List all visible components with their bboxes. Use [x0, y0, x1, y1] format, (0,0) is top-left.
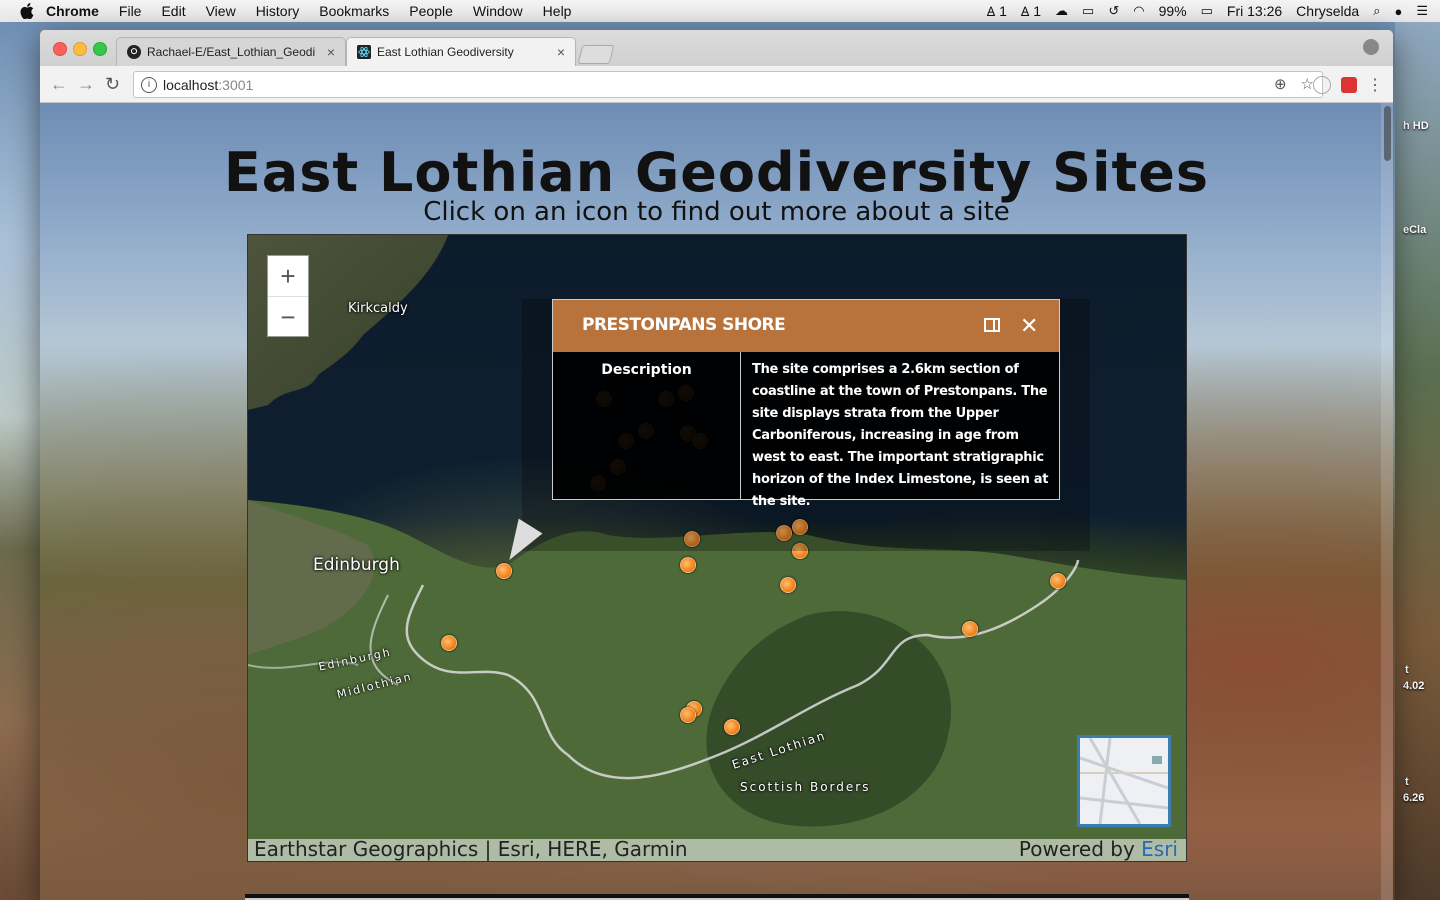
site-marker-selected[interactable] [496, 563, 512, 579]
popup-title: PRESTONPANS SHORE [582, 315, 786, 335]
user-name[interactable]: Chryselda [1296, 3, 1359, 19]
url-host: localhost [163, 76, 219, 93]
apple-icon[interactable] [20, 3, 34, 19]
zoom-control: + − [267, 255, 309, 337]
close-icon[interactable]: ✕ [1020, 313, 1038, 339]
adobe-icon: Ꙙ [986, 4, 996, 19]
desktop-item-label[interactable]: 6.26 [1403, 792, 1424, 804]
menu-edit[interactable]: Edit [161, 3, 185, 19]
site-marker[interactable] [780, 577, 796, 593]
menu-history[interactable]: History [256, 3, 300, 19]
reload-icon[interactable]: ↻ [105, 74, 120, 95]
dock-icon[interactable] [984, 318, 1000, 332]
place-label-edinburgh: Edinburgh [313, 555, 400, 575]
attribution-text[interactable]: Earthstar Geographics | Esri, HERE, Garm… [254, 837, 688, 861]
battery-percent[interactable]: 99% [1159, 3, 1187, 19]
popup-field-name: Description [553, 352, 741, 499]
site-popup: PRESTONPANS SHORE ✕ Description The site… [552, 299, 1060, 509]
browser-window: Rachael-E/East_Lothian_Geodi × East Loth… [40, 30, 1393, 900]
desktop-item-label[interactable]: t [1405, 664, 1409, 676]
site-marker[interactable] [441, 635, 457, 651]
address-bar[interactable]: i localhost:3001 ⊕ ☆ [133, 71, 1323, 98]
new-tab-button[interactable] [577, 45, 615, 64]
tab-github[interactable]: Rachael-E/East_Lothian_Geodi × [116, 37, 346, 66]
esri-link[interactable]: Esri [1141, 837, 1178, 861]
extension-icon[interactable] [1313, 76, 1331, 94]
chrome-menu-icon[interactable]: ⋮ [1367, 75, 1383, 95]
desktop-right-edge [1395, 22, 1440, 900]
profile-icon[interactable] [1363, 39, 1379, 55]
notification-center-icon[interactable]: ☰ [1416, 3, 1428, 19]
popup-field-value: The site comprises a 2.6km section of co… [752, 362, 1049, 509]
tab-label: Rachael-E/East_Lothian_Geodi [147, 45, 316, 59]
menu-people[interactable]: People [409, 3, 453, 19]
tab-strip: Rachael-E/East_Lothian_Geodi × East Loth… [40, 30, 1393, 66]
page-content: East Lothian Geodiversity Sites Click on… [40, 103, 1393, 900]
menu-window[interactable]: Window [473, 3, 523, 19]
site-marker[interactable] [1050, 573, 1066, 589]
popup-header: PRESTONPANS SHORE ✕ [553, 300, 1059, 352]
zoom-icon[interactable]: ⊕ [1274, 75, 1287, 93]
zoom-in-button[interactable]: + [268, 256, 308, 297]
menu-app-chrome[interactable]: Chrome [46, 3, 99, 19]
desktop-item-label[interactable]: eCla [1403, 224, 1426, 236]
adobe-status-2[interactable]: Ꙙ 1 [1021, 2, 1041, 20]
macos-menubar: Chrome File Edit View History Bookmarks … [0, 0, 1440, 23]
url-port: :3001 [218, 76, 254, 93]
cloud-icon[interactable]: ☁ [1055, 3, 1068, 19]
adobe-status-1[interactable]: Ꙙ 1 [987, 2, 1007, 20]
scrollbar-thumb[interactable] [1384, 106, 1391, 161]
menu-bookmarks[interactable]: Bookmarks [319, 3, 389, 19]
desktop-item-label[interactable]: t [1405, 776, 1409, 788]
overview-map-thumbnail [1079, 737, 1169, 825]
spotlight-search-icon[interactable]: ⌕ [1373, 3, 1380, 19]
next-section-edge [245, 894, 1189, 900]
page-subtitle: Click on an icon to find out more about … [423, 197, 1010, 227]
popup-body: Description The site comprises a 2.6km s… [553, 352, 1059, 509]
back-arrow-icon[interactable]: ← [50, 74, 68, 95]
site-marker[interactable] [724, 719, 740, 735]
map-attribution-bar: Earthstar Geographics | Esri, HERE, Garm… [248, 837, 1186, 861]
page-scrollbar[interactable] [1381, 103, 1393, 900]
site-marker[interactable] [680, 557, 696, 573]
map-view[interactable]: + − Kirkcaldy Edinburgh Edinburgh Midlot… [247, 234, 1187, 862]
browser-toolbar: ← → ↻ i localhost:3001 ⊕ ☆ ⋮ [40, 66, 1393, 103]
forward-arrow-icon[interactable]: → [77, 74, 95, 95]
window-close-button[interactable] [53, 42, 67, 56]
siri-icon[interactable]: ● [1394, 4, 1402, 19]
tab-label: East Lothian Geodiversity [377, 45, 514, 59]
bookmark-star-icon[interactable]: ☆ [1301, 75, 1314, 93]
tab-close-icon[interactable]: × [557, 44, 565, 60]
menu-help[interactable]: Help [543, 3, 572, 19]
react-icon [357, 45, 371, 59]
desktop-item-label[interactable]: 4.02 [1403, 680, 1424, 692]
adobe-icon: Ꙙ [1020, 4, 1030, 19]
airplay-icon[interactable]: ▭ [1082, 3, 1094, 19]
window-fullscreen-button[interactable] [93, 42, 107, 56]
time-machine-icon[interactable]: ↺ [1108, 3, 1119, 19]
region-label-scottish-borders: Scottish Borders [740, 780, 871, 794]
wifi-icon[interactable]: ◠ [1133, 3, 1144, 19]
tab-close-icon[interactable]: × [327, 44, 335, 60]
menubar-status-area: Ꙙ 1 Ꙙ 1 ☁ ▭ ↺ ◠ 99% ▭ Fri 13:26 Chryseld… [987, 0, 1428, 22]
page-title: East Lothian Geodiversity Sites [223, 141, 1210, 204]
menu-view[interactable]: View [206, 3, 236, 19]
menu-file[interactable]: File [119, 3, 142, 19]
site-marker[interactable] [962, 621, 978, 637]
extension-icon[interactable] [1341, 77, 1357, 93]
zoom-out-button[interactable]: − [268, 297, 308, 337]
overview-map[interactable] [1077, 735, 1171, 827]
info-icon[interactable]: i [141, 76, 157, 93]
powered-by: Powered by Esri [1019, 837, 1178, 861]
window-minimize-button[interactable] [73, 42, 87, 56]
clock[interactable]: Fri 13:26 [1227, 3, 1282, 19]
desktop-item-label[interactable]: h HD [1403, 120, 1429, 132]
tab-east-lothian[interactable]: East Lothian Geodiversity × [346, 37, 576, 66]
powered-by-label: Powered by [1018, 837, 1135, 861]
github-icon [127, 45, 141, 59]
site-marker[interactable] [680, 707, 696, 723]
battery-icon[interactable]: ▭ [1201, 3, 1213, 19]
place-label-kirkcaldy: Kirkcaldy [348, 301, 408, 316]
